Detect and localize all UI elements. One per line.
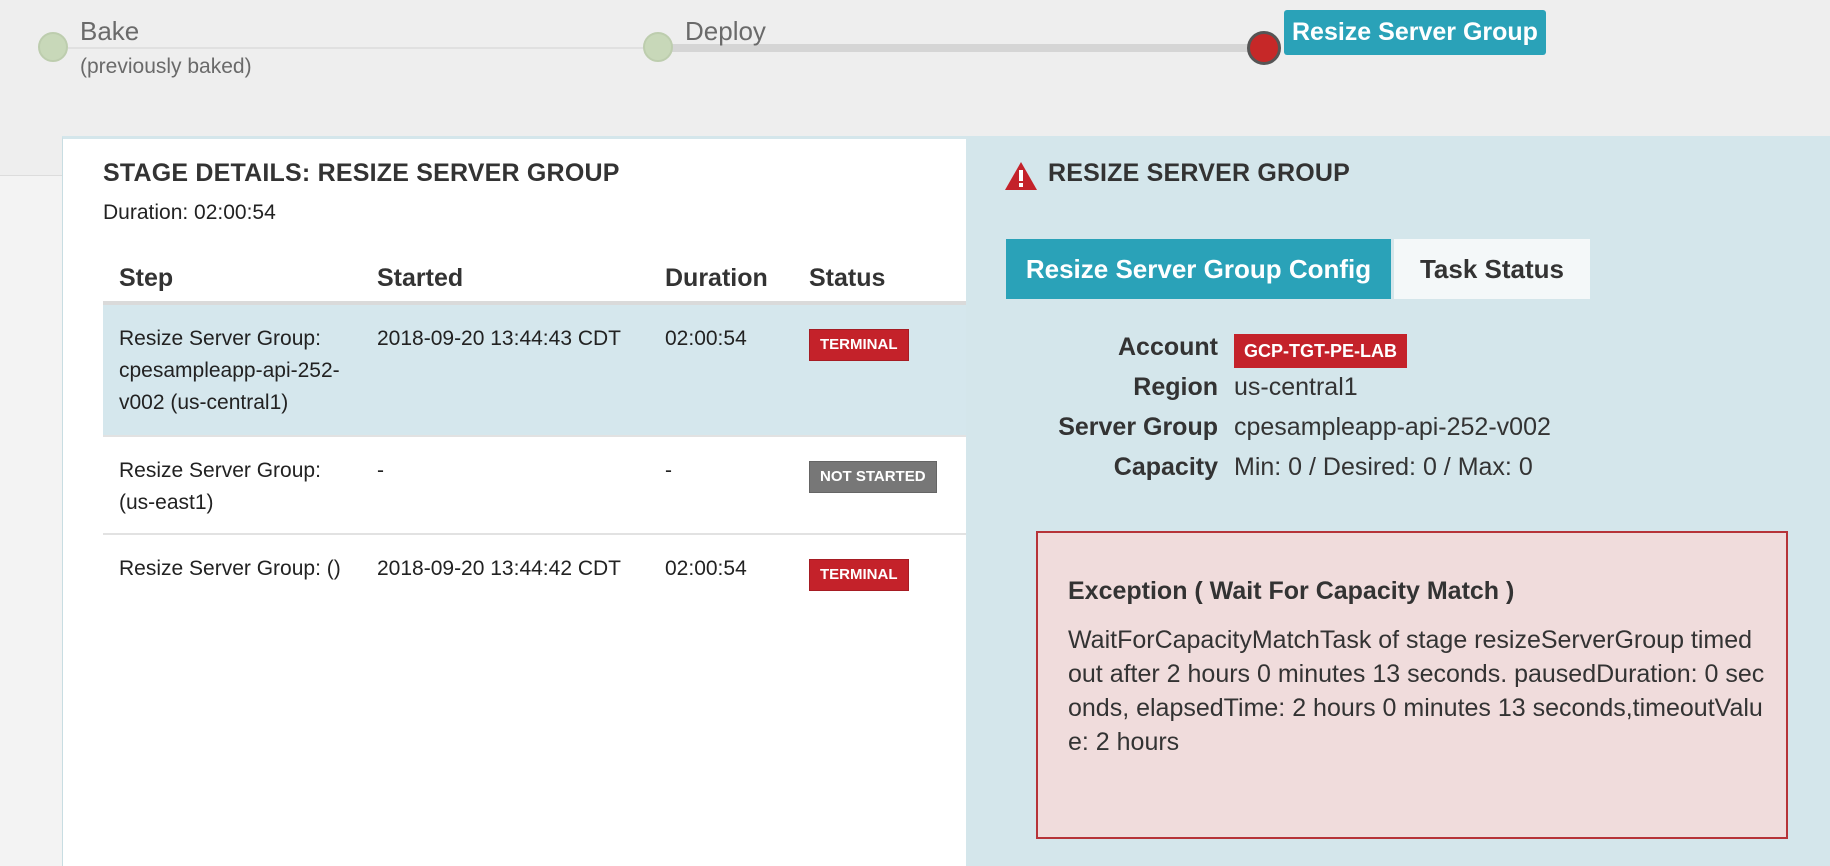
exception-title: Exception ( Wait For Capacity Match ) bbox=[1068, 577, 1515, 605]
warning-triangle-icon bbox=[1005, 162, 1037, 190]
stage-sublabel-bake: (previously baked) bbox=[80, 55, 252, 78]
step-started: - bbox=[377, 459, 384, 482]
step-status: TERMINAL bbox=[809, 327, 909, 361]
stage-label-resize-server-group[interactable]: Resize Server Group bbox=[1284, 10, 1546, 55]
server-group-value: cpesampleapp-api-252-v002 bbox=[1234, 413, 1551, 441]
capacity-value: Min: 0 / Desired: 0 / Max: 0 bbox=[1234, 453, 1533, 481]
stage-details-panel: STAGE DETAILS: RESIZE SERVER GROUP Durat… bbox=[62, 136, 967, 866]
step-duration: - bbox=[665, 459, 672, 482]
detail-title: RESIZE SERVER GROUP bbox=[1048, 159, 1351, 187]
tab-resize-server-group-config[interactable]: Resize Server Group Config bbox=[1006, 239, 1391, 299]
column-header-status: Status bbox=[809, 264, 886, 292]
column-header-step: Step bbox=[119, 264, 174, 292]
account-value: GCP-TGT-PE-LAB bbox=[1234, 334, 1407, 368]
stage-node-bake[interactable] bbox=[38, 32, 68, 62]
tab-task-status[interactable]: Task Status bbox=[1394, 239, 1590, 299]
step-duration: 02:00:54 bbox=[665, 327, 747, 350]
task-detail-panel: RESIZE SERVER GROUP Resize Server Group … bbox=[966, 136, 1830, 866]
step-started: 2018-09-20 13:44:43 CDT bbox=[377, 327, 621, 350]
step-status: TERMINAL bbox=[809, 557, 909, 591]
step-name: Resize Server Group: () bbox=[119, 557, 341, 580]
status-badge: TERMINAL bbox=[809, 329, 909, 361]
server-group-label: Server Group bbox=[1058, 413, 1218, 441]
region-value: us-central1 bbox=[1234, 373, 1358, 401]
capacity-label: Capacity bbox=[1113, 453, 1218, 481]
pipeline-connector bbox=[68, 47, 658, 49]
status-badge: TERMINAL bbox=[809, 559, 909, 591]
stage-label-bake[interactable]: Bake bbox=[80, 16, 139, 47]
table-row[interactable]: Resize Server Group: cpesampleapp-api-25… bbox=[103, 305, 967, 437]
stage-duration: Duration: 02:00:54 bbox=[103, 201, 276, 224]
region-label: Region bbox=[1133, 373, 1218, 401]
stage-node-resize-server-group[interactable] bbox=[1247, 31, 1281, 65]
status-badge: NOT STARTED bbox=[809, 461, 937, 493]
stage-details-title: STAGE DETAILS: RESIZE SERVER GROUP bbox=[103, 159, 620, 187]
exception-box: Exception ( Wait For Capacity Match ) Wa… bbox=[1036, 531, 1788, 839]
account-badge: GCP-TGT-PE-LAB bbox=[1234, 334, 1407, 368]
page-gutter bbox=[0, 176, 62, 866]
table-row[interactable]: Resize Server Group: (us-east1) - - NOT … bbox=[103, 437, 967, 535]
step-duration: 02:00:54 bbox=[665, 557, 747, 580]
stage-node-deploy[interactable] bbox=[643, 32, 673, 62]
column-header-duration: Duration bbox=[665, 264, 768, 292]
table-header: Step Started Duration Status bbox=[103, 254, 967, 305]
step-started: 2018-09-20 13:44:42 CDT bbox=[377, 557, 621, 580]
steps-table: Step Started Duration Status Resize Serv… bbox=[103, 254, 967, 615]
step-status: NOT STARTED bbox=[809, 459, 937, 493]
stage-label-deploy[interactable]: Deploy bbox=[685, 16, 766, 47]
table-row[interactable]: Resize Server Group: () 2018-09-20 13:44… bbox=[103, 535, 967, 615]
exception-message: WaitForCapacityMatchTask of stage resize… bbox=[1068, 626, 1765, 756]
step-name: Resize Server Group: (us-east1) bbox=[119, 459, 321, 514]
column-header-started: Started bbox=[377, 264, 464, 292]
account-label: Account bbox=[1118, 333, 1218, 361]
step-name: Resize Server Group: cpesampleapp-api-25… bbox=[119, 327, 340, 414]
